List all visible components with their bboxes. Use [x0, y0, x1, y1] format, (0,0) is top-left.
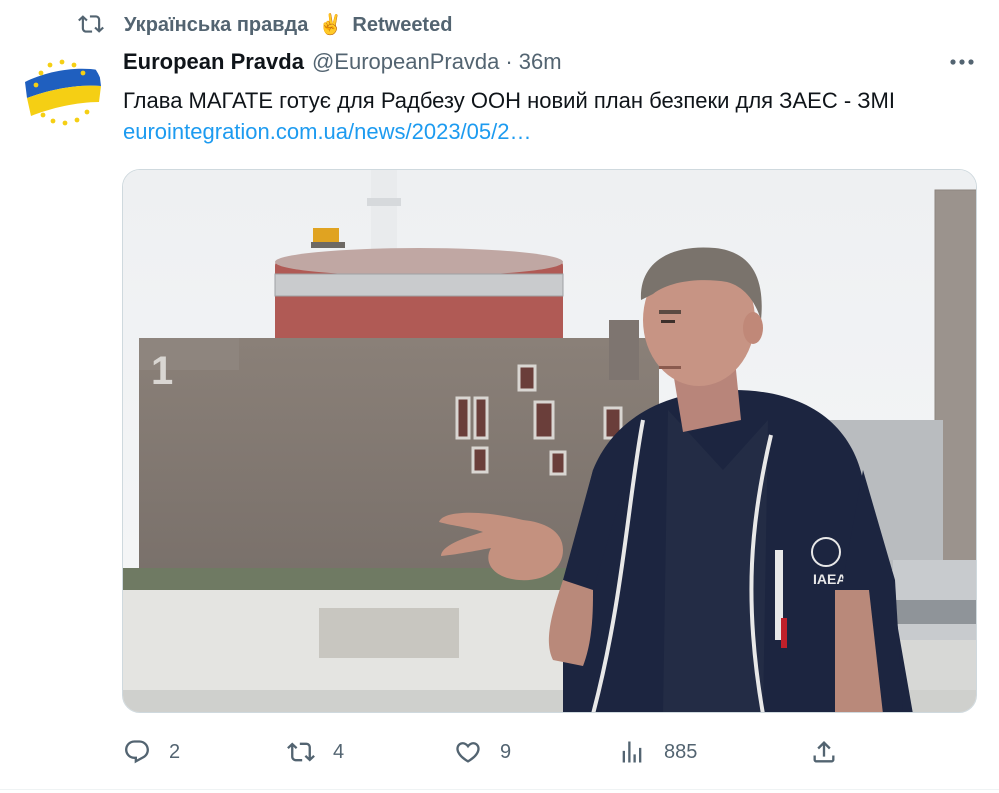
- tweet-media-image[interactable]: 1 IAEA: [122, 169, 977, 713]
- heart-icon: [456, 742, 480, 763]
- tweet-header: European Pravda @EuropeanPravda · 36m: [123, 46, 562, 78]
- tweet-action-bar: 2 4 9 885: [0, 730, 999, 774]
- tweet-text: Глава МАГАТЕ готує для Радбезу ООН новий…: [123, 88, 895, 113]
- author-name[interactable]: European Pravda: [123, 49, 304, 75]
- analytics-icon: [622, 741, 642, 763]
- separator-dot: ·: [505, 49, 513, 74]
- retweet-icon: [78, 15, 104, 33]
- retweeted-label: Retweeted: [352, 13, 453, 36]
- avatar[interactable]: [21, 52, 103, 134]
- views-button[interactable]: 885: [618, 730, 697, 774]
- share-icon: [813, 741, 835, 763]
- tweet-timestamp[interactable]: 36m: [519, 49, 562, 75]
- retweeted-by-text[interactable]: Українська правда ✌️ Retweeted: [124, 12, 452, 37]
- views-count: 885: [664, 740, 698, 763]
- like-button[interactable]: 9: [454, 730, 511, 774]
- divider: [0, 789, 999, 790]
- share-button[interactable]: [810, 730, 838, 774]
- reply-count: 2: [169, 740, 181, 763]
- retweeter-name[interactable]: Українська правда: [124, 14, 308, 36]
- reply-icon: [125, 740, 149, 764]
- retweet-button[interactable]: 4: [287, 730, 344, 774]
- more-options-icon[interactable]: [944, 48, 980, 76]
- reply-button[interactable]: 2: [123, 730, 180, 774]
- retweet-count: 4: [333, 740, 345, 763]
- european-pravda-logo: [25, 59, 101, 126]
- tweet-link[interactable]: eurointegration.com.ua/news/2023/05/2…: [123, 117, 531, 147]
- victory-hand-emoji: ✌️: [317, 13, 343, 36]
- retweet-icon: [287, 742, 315, 762]
- photo-iaea-chief-at-power-plant: 1 IAEA: [123, 170, 976, 712]
- retweeted-by-row: Українська правда ✌️ Retweeted: [78, 10, 452, 38]
- author-handle[interactable]: @EuropeanPravda: [312, 49, 499, 75]
- reactor-number-label: 1: [151, 349, 173, 393]
- iaea-vest-logo-text: IAEA: [813, 571, 846, 587]
- like-count: 9: [500, 740, 512, 763]
